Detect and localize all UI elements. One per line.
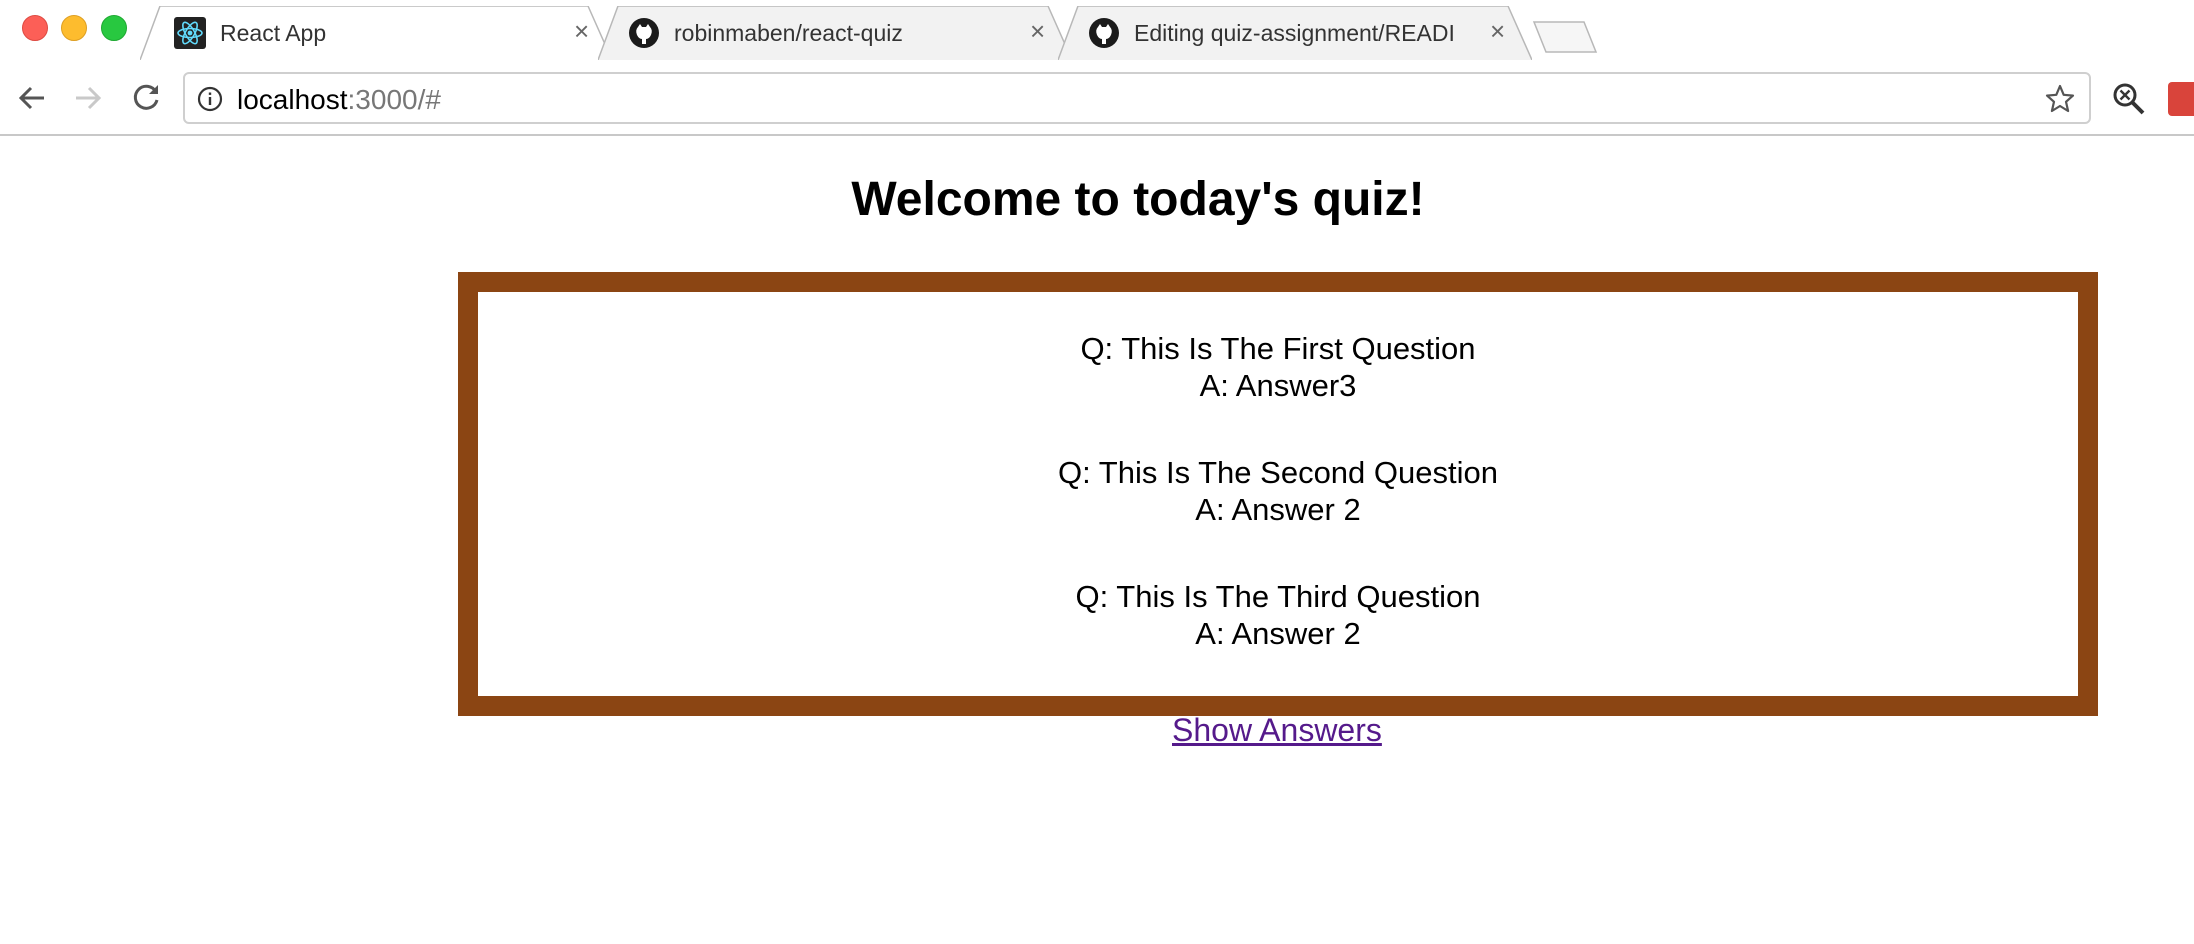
tab-title: Editing quiz-assignment/READI	[1134, 19, 1455, 46]
answer-text: A: Answer 2	[1195, 492, 1361, 527]
quiz-item-3: Q: This Is The Third Question A: Answer …	[478, 578, 2078, 652]
tab-title: React App	[220, 19, 327, 46]
tab-strip: React App × robinmaben/react-quiz × Edit…	[0, 0, 2194, 64]
tab-react-app[interactable]: React App ×	[140, 6, 612, 60]
answer-text: A: Answer3	[1199, 368, 1357, 403]
show-answers-link[interactable]: Show Answers	[1172, 712, 1382, 749]
reload-icon[interactable]	[128, 80, 164, 116]
url-host: localhost	[237, 84, 348, 115]
info-icon[interactable]	[197, 86, 223, 112]
url-text: localhost:3000/#	[237, 84, 441, 116]
zoom-icon[interactable]	[2112, 82, 2146, 116]
tab-title: robinmaben/react-quiz	[674, 19, 903, 46]
minimize-window-button[interactable]	[61, 15, 87, 41]
question-text: Q: This Is The First Question	[1080, 331, 1476, 366]
tab-close-button[interactable]: ×	[1030, 17, 1045, 45]
page-title: Welcome to today's quiz!	[851, 173, 1425, 226]
browser-toolbar: localhost:3000/#	[0, 64, 2194, 136]
quiz-item-2: Q: This Is The Second Question A: Answer…	[478, 454, 2078, 528]
tab-close-button[interactable]: ×	[574, 17, 589, 45]
react-icon	[174, 17, 206, 49]
forward-arrow-icon[interactable]	[70, 80, 106, 116]
new-tab-button[interactable]	[1532, 20, 1598, 54]
bookmark-star-icon[interactable]	[2045, 84, 2075, 114]
close-window-button[interactable]	[22, 15, 48, 41]
github-icon	[1088, 17, 1120, 49]
maximize-window-button[interactable]	[101, 15, 127, 41]
quiz-container: Q: This Is The First Question A: Answer3…	[458, 272, 2098, 716]
back-arrow-icon[interactable]	[14, 80, 50, 116]
tab-react-quiz[interactable]: robinmaben/react-quiz ×	[598, 6, 1072, 60]
tab-editing-readme[interactable]: Editing quiz-assignment/READI ×	[1058, 6, 1532, 60]
tab-shape	[140, 6, 612, 60]
extension-icon[interactable]	[2168, 82, 2194, 116]
question-text: Q: This Is The Second Question	[1058, 455, 1498, 490]
tab-close-button[interactable]: ×	[1490, 17, 1505, 45]
address-bar[interactable]: localhost:3000/#	[183, 72, 2091, 124]
question-text: Q: This Is The Third Question	[1075, 579, 1481, 614]
url-path: :3000/#	[347, 84, 441, 115]
quiz-item-1: Q: This Is The First Question A: Answer3	[478, 330, 2078, 404]
answer-text: A: Answer 2	[1195, 616, 1361, 651]
github-icon	[628, 17, 660, 49]
